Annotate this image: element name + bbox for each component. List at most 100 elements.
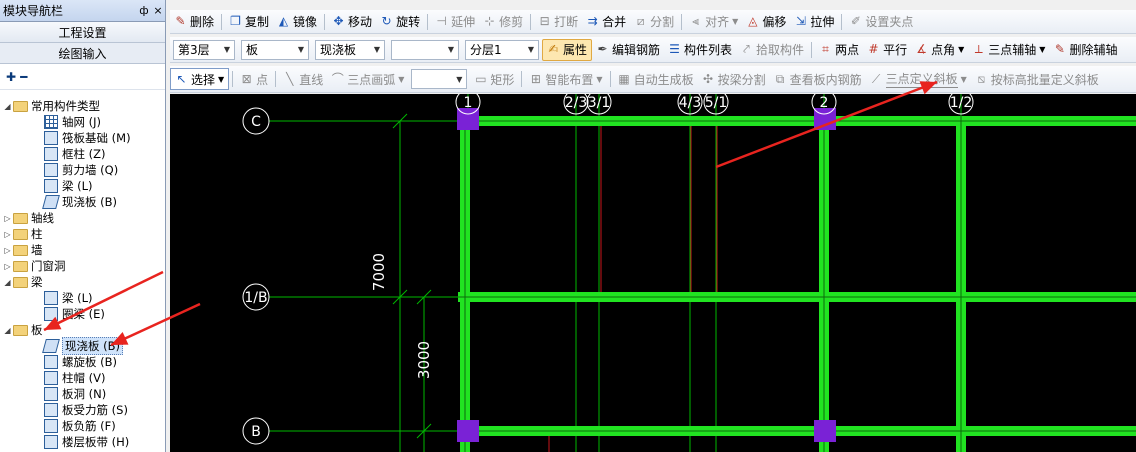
section-drawing-input[interactable]: 绘图输入	[0, 43, 165, 64]
tree-label: 螺旋板 (B)	[62, 355, 118, 369]
floor-select[interactable]: 第3层 ▼	[173, 39, 235, 60]
split-button[interactable]: ⧄ 分割	[630, 10, 678, 33]
arc-combo[interactable]: ▼	[411, 69, 468, 89]
collapse-arrow-icon[interactable]: ◢	[2, 326, 13, 335]
category-select[interactable]: 板 ▼	[241, 39, 309, 60]
separator	[811, 41, 813, 58]
move-button[interactable]: ✥ 移动	[328, 10, 376, 33]
tree-label: 框柱 (Z)	[62, 147, 106, 161]
collapse-arrow-icon[interactable]: ◢	[2, 102, 13, 111]
tree-item[interactable]: 楼层板带 (H)	[44, 434, 129, 450]
mirror-button[interactable]: ◭ 镜像	[273, 10, 321, 33]
rotate-button[interactable]: ↻ 旋转	[376, 10, 424, 33]
pin-icon[interactable]: ф	[137, 4, 151, 17]
rotate-icon: ↻	[381, 14, 392, 28]
tree-folder[interactable]: ▷ 轴线	[4, 210, 54, 226]
view-rebar-button[interactable]: ⧉ 查看板内钢筋	[770, 66, 866, 92]
type-value: 现浇板	[320, 43, 357, 57]
tree-folder[interactable]: ◢ 常用构件类型	[4, 98, 100, 114]
arc-button[interactable]: ⌒ 三点画弧 ▼	[327, 66, 408, 92]
line-button[interactable]: ╲ 直线	[279, 66, 327, 92]
tree-folder[interactable]: ◢ 板	[4, 322, 42, 338]
separator	[221, 13, 223, 30]
expand-arrow-icon[interactable]: ▷	[2, 214, 13, 223]
expand-arrow-icon[interactable]: ▷	[2, 230, 13, 239]
tree-label: 板受力筋 (S)	[62, 403, 128, 417]
batch-slope-button[interactable]: ⧅ 按标高批量定义斜板	[971, 66, 1103, 92]
tree-folder[interactable]: ▷ 门窗洞	[4, 258, 65, 274]
chevron-down-icon: ▼	[456, 74, 463, 84]
expand-all-icon[interactable]: ✚	[6, 70, 16, 84]
tree-item[interactable]: 板洞 (N)	[44, 386, 106, 402]
tree-folder[interactable]: ▷ 柱	[4, 226, 42, 242]
component-icon	[44, 147, 58, 161]
tree-item[interactable]: 现浇板 (B)	[42, 337, 124, 355]
section-project-settings[interactable]: 工程设置	[0, 22, 165, 43]
axis-label: 2	[820, 95, 829, 111]
select-button[interactable]: ↖ 选择 ▼	[170, 68, 230, 90]
expand-arrow-icon[interactable]: ▷	[2, 246, 13, 255]
expand-arrow-icon[interactable]: ▷	[2, 262, 13, 271]
delete-axis-button[interactable]: ✎ 删除辅轴	[1049, 37, 1121, 62]
tree-item[interactable]: 梁 (L)	[44, 178, 93, 194]
point-angle-button[interactable]: ∡ 点角 ▼	[911, 37, 968, 62]
separator	[681, 13, 683, 30]
collapse-all-icon[interactable]: ━	[20, 70, 27, 84]
tree-item[interactable]: 柱帽 (V)	[44, 370, 106, 386]
delete-button[interactable]: ✎ 删除	[170, 10, 218, 33]
list-icon: ☰	[669, 42, 680, 56]
pick-component-button[interactable]: ⤤ 拾取构件	[736, 37, 808, 62]
three-point-axis-button[interactable]: ⟂ 三点辅轴 ▼	[968, 37, 1049, 62]
tree-item[interactable]: 板负筋 (F)	[44, 418, 116, 434]
tree-label: 现浇板 (B)	[62, 195, 118, 209]
component-icon	[44, 371, 58, 385]
tree-item[interactable]: 框柱 (Z)	[44, 146, 106, 162]
collapse-arrow-icon[interactable]: ◢	[2, 278, 13, 287]
eraser-icon: ✎	[175, 14, 186, 28]
tree-item[interactable]: 梁 (L)	[44, 290, 93, 306]
tree-folder[interactable]: ▷ 墙	[4, 242, 42, 258]
tree-item[interactable]: 螺旋板 (B)	[44, 354, 117, 370]
align-button[interactable]: ⫷ 对齐 ▼	[685, 10, 742, 33]
type-select[interactable]: 现浇板 ▼	[315, 39, 385, 60]
component-icon	[44, 163, 58, 177]
drawing-canvas[interactable]: 1 2/3 3/1 4/3 5/1 2 1/2 C 1/B B 7000 3000	[170, 94, 1136, 452]
break-button[interactable]: ⊟ 打断	[534, 10, 582, 33]
edit-rebar-button[interactable]: ✒ 编辑钢筋	[592, 37, 664, 62]
tree-label: 柱帽 (V)	[62, 371, 106, 385]
tree-item[interactable]: 筏板基础 (M)	[44, 130, 131, 146]
tree-label: 轴线	[31, 211, 54, 225]
align-icon: ⫷	[692, 14, 700, 28]
tree-item[interactable]: 板受力筋 (S)	[44, 402, 128, 418]
extend-button[interactable]: ⊣ 延伸	[431, 10, 479, 33]
two-points-button[interactable]: ⌗ 两点	[815, 37, 863, 62]
point-button[interactable]: ⊠ 点	[236, 66, 272, 92]
component-list-button[interactable]: ☰ 构件列表	[664, 37, 736, 62]
parallel-button[interactable]: # 平行	[863, 37, 911, 62]
tree-folder[interactable]: ◢ 梁	[4, 274, 42, 290]
component-select[interactable]: ▼	[391, 39, 459, 60]
close-icon[interactable]: ×	[151, 4, 165, 17]
smart-layout-label: 智能布置	[545, 72, 594, 87]
trim-button[interactable]: ⊹ 修剪	[479, 10, 527, 33]
axis-label: 1	[464, 95, 473, 111]
split-by-beam-button[interactable]: ✣ 按梁分割	[698, 66, 770, 92]
sublayer-select[interactable]: 分层1 ▼	[465, 39, 539, 60]
tree-item[interactable]: 圈梁 (E)	[44, 306, 105, 322]
component-tree: ◢ 常用构件类型 轴网 (J) 筏板基础 (M) 框柱 (Z) 剪力墙 (Q) 梁 (L) 现…	[0, 92, 165, 452]
auto-slab-button[interactable]: ▦ 自动生成板	[614, 66, 698, 92]
property-button[interactable]: ✍ 属性	[542, 38, 593, 61]
tree-item[interactable]: 现浇板 (B)	[42, 194, 118, 210]
chevron-down-icon: ▼	[223, 45, 230, 54]
set-grip-label: 设置夹点	[865, 15, 914, 29]
three-point-slope-button[interactable]: ⟋ 三点定义斜板 ▼	[866, 66, 971, 92]
offset-button[interactable]: ◬ 偏移	[742, 10, 790, 33]
rect-button[interactable]: ▭ 矩形	[470, 66, 518, 92]
stretch-button[interactable]: ⇲ 拉伸	[790, 10, 838, 33]
tree-item[interactable]: 轴网 (J)	[44, 114, 101, 130]
merge-button[interactable]: ⇉ 合并	[582, 10, 630, 33]
smart-layout-button[interactable]: ⊞ 智能布置 ▼	[525, 66, 606, 92]
tree-item[interactable]: 剪力墙 (Q)	[44, 162, 118, 178]
copy-button[interactable]: ❐ 复制	[225, 10, 273, 33]
set-grip-button[interactable]: ✐ 设置夹点	[845, 10, 917, 33]
